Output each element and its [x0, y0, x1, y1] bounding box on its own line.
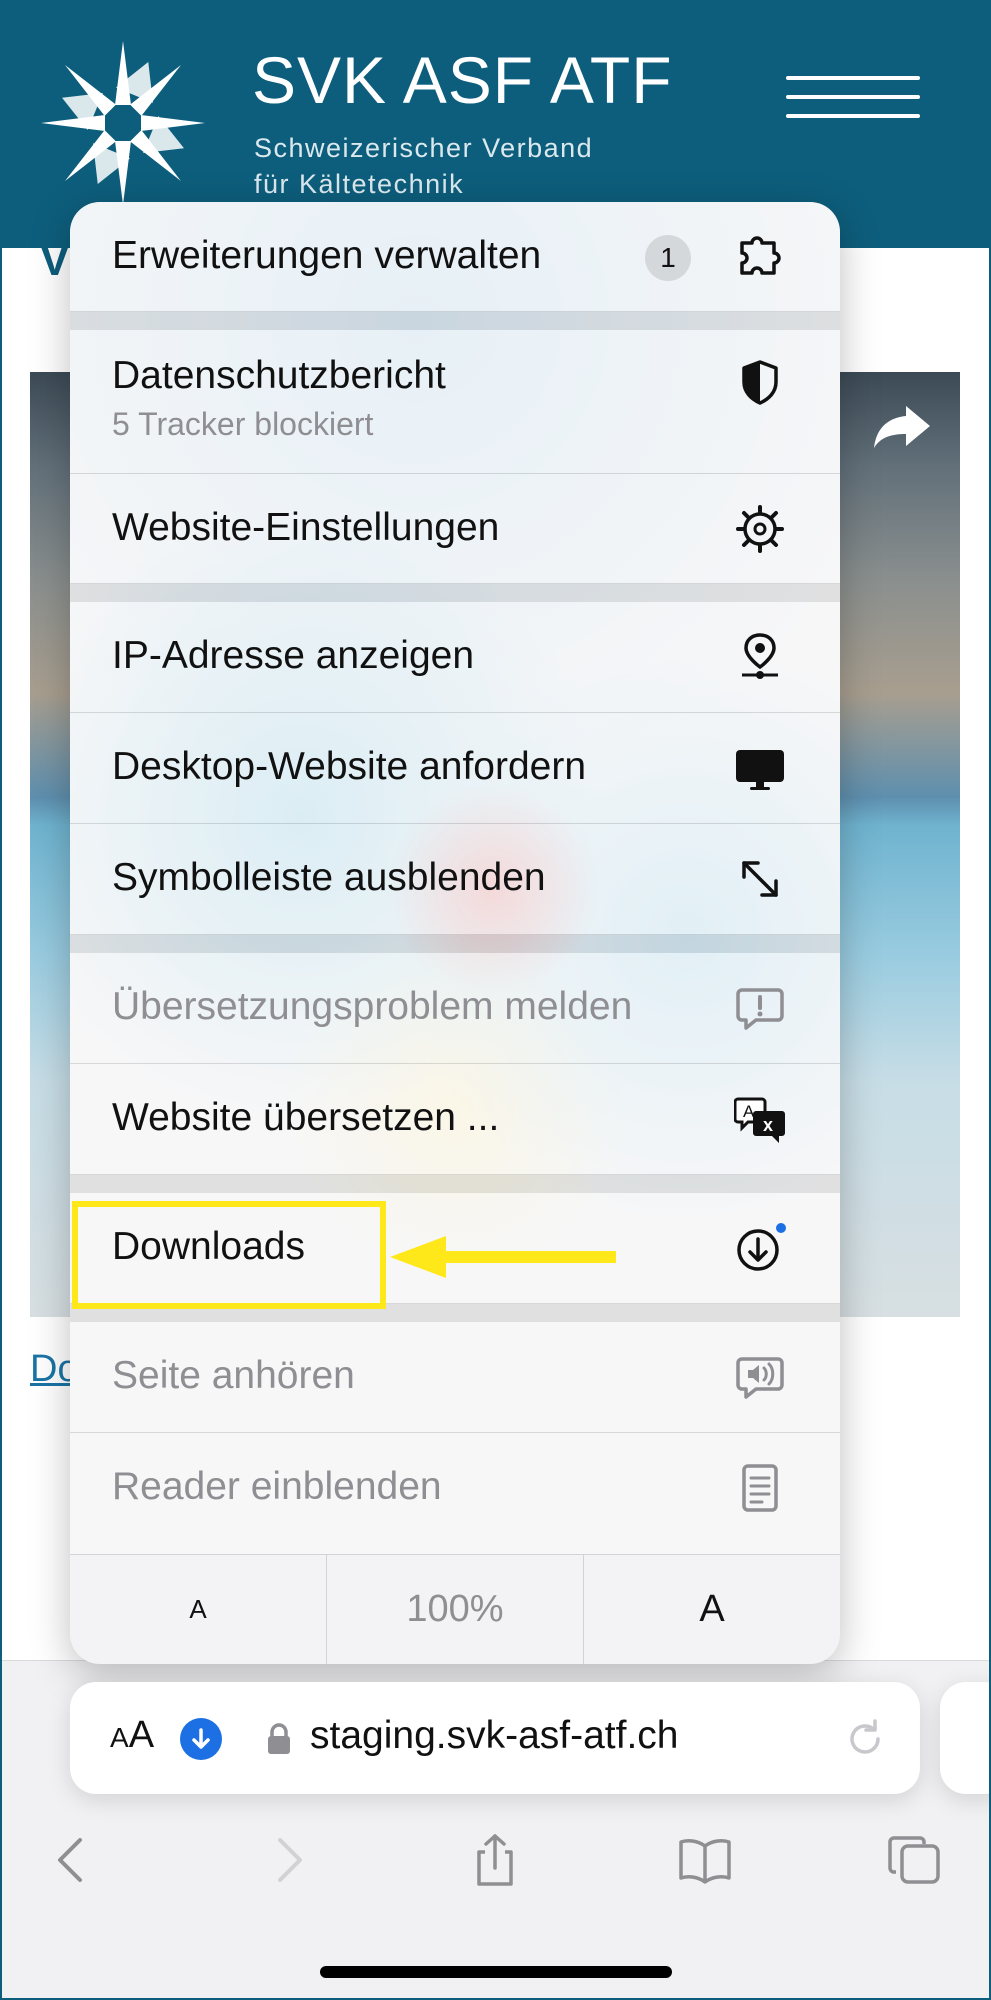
location-pin-icon — [730, 627, 790, 687]
font-size-controls: A 100% A — [70, 1554, 840, 1664]
annotation-arrow-icon — [390, 1236, 616, 1278]
menu-item-label: Website-Einstellungen — [112, 506, 500, 549]
menu-item-show-reader: Reader einblenden — [70, 1433, 840, 1554]
address-bar[interactable]: AA staging.svk-asf-atf.ch — [70, 1682, 920, 1794]
expand-arrows-icon — [730, 849, 790, 909]
forward-button[interactable] — [252, 1826, 324, 1894]
brand-subtitle-line2: für Kältetechnik — [254, 169, 465, 199]
menu-item-manage-extensions[interactable]: Erweiterungen verwalten 1 — [70, 202, 840, 312]
gear-icon — [730, 499, 790, 559]
menu-item-label: Übersetzungsproblem melden — [112, 985, 633, 1028]
tabs-icon — [888, 1836, 940, 1884]
reader-icon — [730, 1458, 790, 1518]
menu-item-label: Website übersetzen ... — [112, 1096, 500, 1139]
share-arrow-icon[interactable] — [872, 402, 932, 452]
menu-item-website-settings[interactable]: Website-Einstellungen — [70, 474, 840, 584]
menu-item-privacy-report[interactable]: Datenschutzbericht 5 Tracker blockiert — [70, 330, 840, 474]
menu-item-label: Symbolleiste ausblenden — [112, 856, 546, 899]
menu-item-label: Desktop-Website anfordern — [112, 745, 587, 788]
speaker-bubble-icon — [730, 1347, 790, 1407]
desktop-icon — [730, 738, 790, 798]
menu-item-label: Datenschutzbericht — [112, 354, 446, 397]
menu-item-listen-to-page: Seite anhören — [70, 1322, 840, 1433]
increase-font-button[interactable]: A — [584, 1555, 840, 1664]
share-button[interactable] — [459, 1826, 531, 1894]
menu-item-label: IP-Adresse anzeigen — [112, 634, 475, 677]
menu-item-label: Erweiterungen verwalten — [112, 234, 542, 277]
page-link-partial[interactable]: Do — [30, 1348, 70, 1391]
snowflake-logo-icon[interactable] — [28, 38, 218, 208]
brand-subtitle-line1: Schweizerischer Verband — [254, 133, 594, 163]
share-icon — [477, 1834, 513, 1886]
svg-text:x: x — [763, 1115, 773, 1135]
aa-large: A — [128, 1714, 155, 1756]
bookmarks-button[interactable] — [669, 1826, 741, 1894]
url-text[interactable]: staging.svk-asf-atf.ch — [310, 1714, 678, 1758]
next-tab-preview[interactable] — [940, 1682, 991, 1794]
page-menu: Erweiterungen verwalten 1 Datenschutzber… — [70, 202, 840, 1664]
page-heading-partial: V — [40, 236, 70, 285]
menu-item-show-ip-address[interactable]: IP-Adresse anzeigen — [70, 602, 840, 713]
menu-item-sublabel: 5 Tracker blockiert — [112, 406, 374, 442]
extension-icon — [730, 227, 790, 287]
menu-item-label: Seite anhören — [112, 1354, 355, 1397]
tabs-button[interactable] — [878, 1826, 950, 1894]
bookmarks-icon — [679, 1839, 731, 1884]
home-indicator[interactable] — [320, 1966, 672, 1978]
menu-item-hide-toolbar[interactable]: Symbolleiste ausblenden — [70, 824, 840, 935]
menu-item-request-desktop-site[interactable]: Desktop-Website anfordern — [70, 713, 840, 824]
download-icon — [730, 1218, 790, 1278]
lock-icon — [268, 1723, 290, 1754]
page-menu-button[interactable]: AA — [110, 1714, 154, 1757]
menu-item-report-translation-issue: Übersetzungsproblem melden — [70, 953, 840, 1064]
translate-icon: Ax — [730, 1089, 790, 1149]
menu-item-translate-website[interactable]: Website übersetzen ... Ax — [70, 1064, 840, 1175]
aa-small: A — [110, 1722, 129, 1753]
download-progress-icon[interactable] — [180, 1718, 222, 1760]
back-button[interactable] — [36, 1826, 108, 1894]
privacy-shield-icon — [730, 352, 790, 412]
menu-item-label: Reader einblenden — [112, 1465, 442, 1508]
brand-subtitle: Schweizerischer Verband für Kältetechnik — [254, 130, 593, 202]
report-bubble-icon — [730, 978, 790, 1038]
bottom-toolbar — [0, 1820, 991, 1900]
brand-title: SVK ASF ATF — [252, 43, 673, 117]
decrease-font-button[interactable]: A — [70, 1555, 327, 1664]
forward-icon — [278, 1838, 302, 1882]
back-icon — [58, 1838, 82, 1882]
downloads-highlight-box — [72, 1201, 386, 1309]
extensions-count-badge: 1 — [645, 235, 691, 281]
zoom-level[interactable]: 100% — [327, 1555, 584, 1664]
reload-icon[interactable] — [842, 1716, 888, 1762]
hamburger-menu-icon[interactable] — [786, 76, 920, 124]
